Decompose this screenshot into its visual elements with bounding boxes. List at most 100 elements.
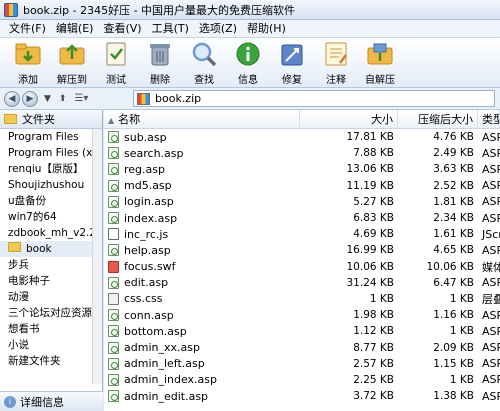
file-row[interactable]: focus.swf 10.06 KB 10.06 KB 媒体 xyxy=(104,259,500,275)
test-label: 测试 xyxy=(106,75,126,86)
file-packed-size: 1.61 KB xyxy=(433,228,474,241)
back-button[interactable]: ◀ xyxy=(4,90,20,107)
file-packed-size: 1 KB xyxy=(449,373,474,386)
file-type: ASP xyxy=(482,195,500,209)
file-type: ASP xyxy=(482,179,500,193)
file-name-cell: bottom.asp xyxy=(104,325,300,338)
file-row[interactable]: bottom.asp 1.12 KB 1 KB ASP xyxy=(104,323,500,339)
file-row[interactable]: reg.asp 13.06 KB 3.63 KB ASP xyxy=(104,161,500,177)
tree-item[interactable]: 电影种子 xyxy=(0,273,102,289)
tree-item[interactable]: 三个论坛对应资源 xyxy=(0,305,102,321)
tree-item[interactable]: u盘备份 xyxy=(0,193,102,209)
forward-button[interactable]: ▶ xyxy=(22,90,38,107)
file-name: help.asp xyxy=(124,243,171,257)
file-row[interactable]: inc_rc.js 4.69 KB 1.61 KB JScr xyxy=(104,226,500,242)
tree-item-selected[interactable]: book xyxy=(0,241,102,257)
file-row[interactable]: login.asp 5.27 KB 1.81 KB ASP xyxy=(104,194,500,210)
tree-item[interactable]: 小说 xyxy=(0,337,102,353)
file-row[interactable]: search.asp 7.88 KB 2.49 KB ASP xyxy=(104,145,500,161)
menu-edit[interactable]: 编辑(E) xyxy=(51,21,99,37)
file-row[interactable]: md5.asp 11.19 KB 2.52 KB ASP xyxy=(104,178,500,194)
tree-item[interactable]: 新建文件夹 xyxy=(0,353,102,369)
file-type: ASP xyxy=(482,324,500,338)
menu-help[interactable]: 帮助(H) xyxy=(242,21,291,37)
file-row[interactable]: help.asp 16.99 KB 4.65 KB ASP xyxy=(104,242,500,258)
swf-file-icon xyxy=(108,260,119,273)
file-list: ▲名称 大小 压缩后大小 类型 sub.asp 17.81 KB 4.76 KB AS… xyxy=(104,110,500,411)
file-name-cell: index.asp xyxy=(104,212,300,225)
delete-button[interactable]: 删除 xyxy=(138,38,182,88)
tree-item[interactable]: win7的64 xyxy=(0,209,102,225)
tree-item[interactable]: Program Files xyxy=(0,129,102,145)
file-row[interactable]: admin_index.asp 2.25 KB 1 KB ASP xyxy=(104,372,500,388)
file-size: 6.83 KB xyxy=(353,212,394,225)
file-packed-size: 10.06 KB xyxy=(426,260,475,273)
info-button[interactable]: 信息 xyxy=(226,38,270,88)
path-field[interactable]: book.zip xyxy=(133,90,495,107)
file-name: edit.asp xyxy=(124,276,169,290)
file-type: ASP xyxy=(482,373,500,387)
repair-button[interactable]: 修复 xyxy=(270,38,314,88)
sfx-button[interactable]: 自解压 xyxy=(358,38,402,88)
comment-button[interactable]: 注释 xyxy=(314,38,358,88)
file-row[interactable]: admin_edit.asp 3.72 KB 1.38 KB ASP xyxy=(104,388,500,404)
column-name-label: 名称 xyxy=(118,113,141,126)
file-size: 16.99 KB xyxy=(346,244,395,257)
find-button[interactable]: 查找 xyxy=(182,38,226,88)
file-size: 8.77 KB xyxy=(353,341,394,354)
history-dropdown-icon[interactable]: ▼ xyxy=(44,94,51,104)
tree-item[interactable]: 想看书 xyxy=(0,321,102,337)
file-packed-size: 1 KB xyxy=(449,292,474,305)
details-label: 详细信息 xyxy=(20,395,64,409)
file-name: admin_left.asp xyxy=(124,357,205,371)
file-type: ASP xyxy=(482,276,500,290)
file-packed-size: 1.16 KB xyxy=(433,309,474,322)
repair-label: 修复 xyxy=(282,75,302,86)
column-packed[interactable]: 压缩后大小 xyxy=(398,110,478,129)
file-size: 17.81 KB xyxy=(346,131,395,144)
file-name-cell: focus.swf xyxy=(104,260,300,273)
extract-label: 解压到 xyxy=(57,75,87,86)
delete-icon xyxy=(150,44,170,66)
extract-button[interactable]: 解压到 xyxy=(50,38,94,88)
file-row[interactable]: css.css 1 KB 1 KB 层叠 xyxy=(104,291,500,307)
info-label: 信息 xyxy=(238,75,258,86)
menu-file[interactable]: 文件(F) xyxy=(4,21,51,37)
add-button[interactable]: 添加 xyxy=(6,38,50,88)
comment-label: 注释 xyxy=(326,75,346,86)
file-packed-size: 1.81 KB xyxy=(433,195,474,208)
menu-options[interactable]: 选项(Z) xyxy=(194,21,242,37)
file-type: ASP xyxy=(482,130,500,144)
view-mode-icon[interactable]: ☰▾ xyxy=(74,93,88,104)
test-button[interactable]: 测试 xyxy=(94,38,138,88)
file-row[interactable]: index.asp 6.83 KB 2.34 KB ASP xyxy=(104,210,500,226)
file-row[interactable]: admin_left.asp 2.57 KB 1.15 KB ASP xyxy=(104,356,500,372)
tree-item[interactable]: Shoujizhushou xyxy=(0,177,102,193)
tree-item[interactable]: zdbook_mh_v2.2 xyxy=(0,225,102,241)
tree-item[interactable]: Program Files (x8 xyxy=(0,145,102,161)
file-name-cell: reg.asp xyxy=(104,163,300,176)
tree-item[interactable]: renqiu【原版】 xyxy=(0,161,102,177)
file-size: 1 KB xyxy=(369,292,394,305)
file-row[interactable]: admin_xx.asp 8.77 KB 2.09 KB ASP xyxy=(104,339,500,355)
details-toggle[interactable]: i 详细信息 xyxy=(0,391,103,411)
column-type[interactable]: 类型 xyxy=(478,110,500,129)
menu-tools[interactable]: 工具(T) xyxy=(147,21,194,37)
file-row[interactable]: sub.asp 17.81 KB 4.76 KB ASP xyxy=(104,129,500,145)
tree-item[interactable]: 步兵 xyxy=(0,257,102,273)
file-row[interactable]: conn.asp 1.98 KB 1.16 KB ASP xyxy=(104,307,500,323)
asp-file-icon xyxy=(108,179,119,192)
file-name-cell: sub.asp xyxy=(104,131,300,144)
info-icon xyxy=(236,42,260,66)
column-size[interactable]: 大小 xyxy=(300,110,398,129)
menu-view[interactable]: 查看(V) xyxy=(98,21,146,37)
tree-item[interactable]: 动漫 xyxy=(0,289,102,305)
file-row[interactable]: edit.asp 31.24 KB 6.47 KB ASP xyxy=(104,275,500,291)
add-icon xyxy=(15,43,41,65)
file-name-cell: admin_xx.asp xyxy=(104,341,300,354)
column-name[interactable]: ▲ 名称 xyxy=(104,110,300,129)
folder-pane-scrollbar[interactable] xyxy=(92,129,102,384)
asp-file-icon xyxy=(108,390,119,403)
up-folder-icon[interactable]: ⬆ xyxy=(59,94,67,104)
file-size: 2.25 KB xyxy=(353,373,394,386)
